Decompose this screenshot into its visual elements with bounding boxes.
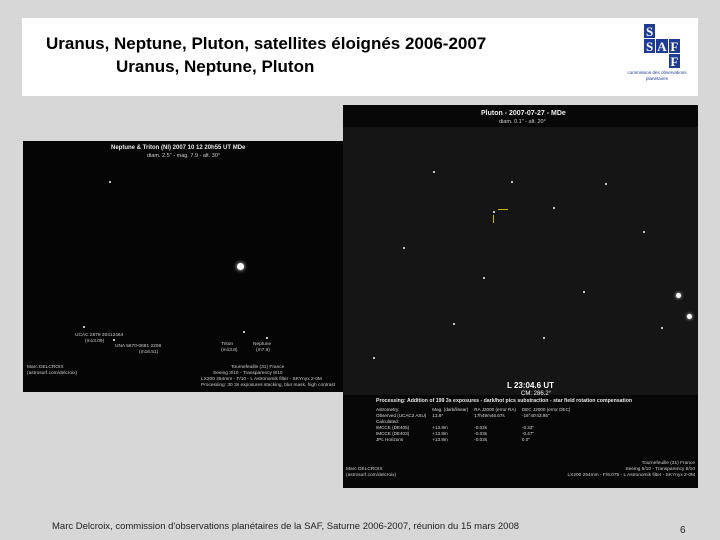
credit-site: (astrosurf.com/delcroix)	[27, 371, 78, 376]
table-cell: -0.03s	[474, 437, 488, 442]
credit-equipment: LX200 254mm - F/6.075 - L Astronomik fil…	[567, 473, 695, 478]
saf-logo: S S A F F commission des observations pl…	[622, 24, 692, 90]
field-star	[373, 357, 375, 359]
pluton-cm: CM: 286.2°	[521, 391, 552, 397]
pluton-credit-author: Marc DELCROIX (astrosurf.com/delcroix)	[346, 467, 396, 479]
pluton-photo-subtitle: diam. 0.1'' - alt. 20°	[499, 119, 546, 125]
neptune-photo-subtitle: diam. 2.5'' - mag. 7.9 - alt. 30°	[147, 153, 221, 159]
logo-caption: commission des observations planétaires	[627, 70, 687, 81]
field-star	[493, 211, 495, 213]
table-cell: +13.8m	[432, 437, 448, 442]
slide-footer: Marc Delcroix, commission d'observations…	[52, 521, 520, 532]
triton-label-mag: (m13.8)	[221, 348, 238, 353]
table-cell: 0.0"	[521, 437, 530, 442]
field-star	[403, 247, 405, 249]
star-label: UNA 5670-0681 2208 (m16.51)	[115, 344, 161, 356]
field-star	[511, 181, 513, 183]
pluton-credit-details: Tournefeuille (31) France Seeing 5/10 - …	[507, 461, 695, 479]
field-star	[553, 207, 555, 209]
field-star	[266, 337, 268, 339]
field-star	[643, 231, 645, 233]
logo-letter: S	[644, 39, 656, 53]
neptune-planet	[237, 263, 244, 270]
pluton-star-field	[343, 127, 698, 395]
field-star	[605, 183, 607, 185]
star-label-mag: (m16.51)	[139, 350, 159, 355]
logo-letter: A	[656, 38, 668, 54]
triton-moon	[243, 331, 245, 333]
saf-logo-grid: S S A F F	[644, 24, 680, 68]
slide-header: Uranus, Neptune, Pluton, satellites éloi…	[22, 18, 698, 96]
neptune-credit-details: Tournefeuille (31) France Seeing 3/10 - …	[201, 365, 335, 389]
neptune-credit-author: Marc DELCROIX (astrosurf.com/delcroix)	[27, 365, 77, 377]
field-star	[83, 326, 85, 328]
pluton-photo-title: Pluton - 2007-07-27 - MDe	[481, 110, 566, 117]
field-star	[483, 277, 485, 279]
table-cell: JPL Horizons	[376, 437, 404, 442]
field-star	[543, 337, 545, 339]
pluton-marker	[498, 209, 508, 210]
logo-blank	[668, 24, 680, 38]
neptune-photo-title: Neptune & Triton (Nl) 2007 10 12 20h55 U…	[111, 145, 246, 151]
slide-title: Uranus, Neptune, Pluton, satellites éloi…	[46, 34, 487, 53]
pluton-photo: Pluton - 2007-07-27 - MDe diam. 0.1'' - …	[343, 105, 698, 488]
pluton-processing: Processing: Addition of 199 3s exposures…	[376, 398, 633, 404]
field-star	[453, 323, 455, 325]
pluton-marker	[493, 215, 494, 223]
credit-site: (astrosurf.com/delcroix)	[346, 473, 397, 478]
field-star	[433, 171, 435, 173]
logo-blank	[644, 54, 656, 68]
neptune-label-mag: (m7.9)	[256, 348, 270, 353]
astrometry-table: Astrometry: Mag. (dark/linear) RA J2000 …	[376, 407, 576, 443]
bright-star	[676, 293, 681, 298]
table-row: Observed (UCAC2 ASU) 13.8* 17h49m46.67s …	[376, 413, 576, 419]
field-star	[661, 327, 663, 329]
credit-processing: Processing: 30 3s exposures stacking, bl…	[201, 383, 336, 388]
table-row: JPL Horizons +13.8m -0.03s 0.0"	[376, 437, 576, 443]
neptune-photo: Neptune & Triton (Nl) 2007 10 12 20h55 U…	[23, 141, 355, 392]
field-star	[109, 181, 111, 183]
slide-subtitle: Uranus, Neptune, Pluton	[116, 57, 315, 76]
neptune-label: Neptune (m7.9)	[253, 342, 271, 354]
triton-label: Triton (m13.8)	[221, 342, 238, 354]
logo-letter: F	[668, 53, 680, 69]
pluton-time: L 23:04.6 UT	[507, 381, 554, 390]
page-number: 6	[680, 525, 686, 536]
logo-letter: S	[644, 24, 656, 38]
field-star	[583, 291, 585, 293]
logo-blank	[656, 54, 668, 68]
bright-star	[687, 314, 692, 319]
logo-letter: F	[668, 38, 680, 54]
logo-blank	[656, 24, 668, 38]
